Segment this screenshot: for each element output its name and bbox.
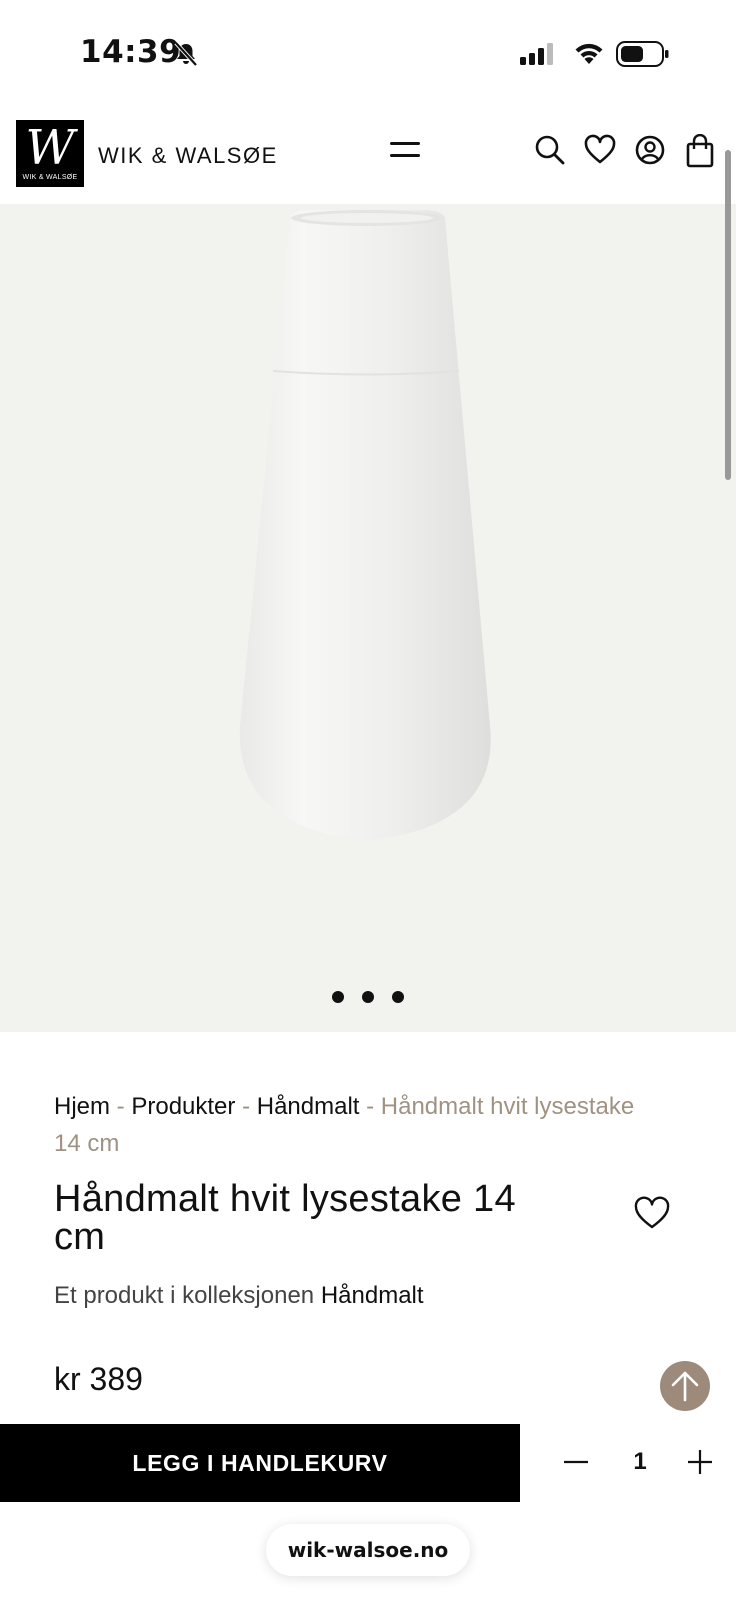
shopping-bag-icon[interactable] — [686, 133, 714, 173]
brand-name[interactable]: WIK & WALSØE — [98, 143, 278, 169]
product-title: Håndmalt hvit lysestake 14 cm — [54, 1178, 516, 1258]
logo-letter: W — [25, 120, 75, 176]
status-time: 14:39 — [80, 34, 182, 70]
gallery-pagination — [0, 990, 736, 1008]
collection-link[interactable]: Håndmalt — [321, 1282, 424, 1309]
heart-icon[interactable] — [584, 134, 616, 171]
quantity-increase-button[interactable] — [684, 1446, 716, 1478]
breadcrumb-separator: - — [235, 1093, 257, 1120]
breadcrumb: Hjem - Produkter - Håndmalt - Håndmalt h… — [54, 1088, 654, 1162]
breadcrumb-category[interactable]: Håndmalt — [257, 1093, 360, 1120]
browser-url-bar[interactable]: wik-walsoe.no — [266, 1524, 470, 1576]
logo[interactable]: W WIK & WALSØE — [16, 120, 84, 187]
product-price: kr 389 — [54, 1361, 143, 1397]
cellular-signal-icon — [520, 42, 558, 71]
plus-icon — [688, 1450, 712, 1474]
gallery-dot[interactable] — [332, 991, 344, 1003]
breadcrumb-separator: - — [110, 1093, 132, 1120]
bell-muted-icon — [172, 40, 200, 73]
breadcrumb-separator: - — [359, 1093, 381, 1120]
quantity-decrease-button[interactable] — [560, 1446, 592, 1478]
wifi-icon — [572, 40, 606, 71]
page-scrollbar[interactable] — [725, 150, 731, 480]
collection-prefix: Et produkt i kolleksjonen — [54, 1282, 315, 1309]
menu-icon[interactable] — [390, 142, 422, 166]
gallery-dot[interactable] — [362, 991, 374, 1003]
back-to-top-button[interactable] — [660, 1361, 710, 1411]
account-icon[interactable] — [634, 134, 666, 171]
breadcrumb-home[interactable]: Hjem — [54, 1093, 110, 1120]
collection-line: Et produkt i kolleksjonen Håndmalt — [54, 1282, 424, 1310]
status-bar: 14:39 — [0, 0, 736, 108]
quantity-value[interactable]: 1 — [620, 1448, 660, 1476]
battery-icon — [616, 40, 670, 73]
white-vase-image — [239, 210, 491, 841]
add-to-cart-button[interactable]: LEGG I HANDLEKURV — [0, 1424, 520, 1502]
product-image-gallery[interactable] — [0, 204, 736, 1032]
logo-small-text: WIK & WALSØE — [22, 174, 78, 181]
minus-icon — [564, 1460, 588, 1464]
favorite-heart-icon[interactable] — [634, 1196, 670, 1235]
search-icon[interactable] — [534, 134, 566, 171]
breadcrumb-products[interactable]: Produkter — [131, 1093, 235, 1120]
arrow-up-icon — [671, 1371, 699, 1402]
site-header: W WIK & WALSØE WIK & WALSØE — [0, 108, 736, 204]
gallery-dot[interactable] — [392, 991, 404, 1003]
